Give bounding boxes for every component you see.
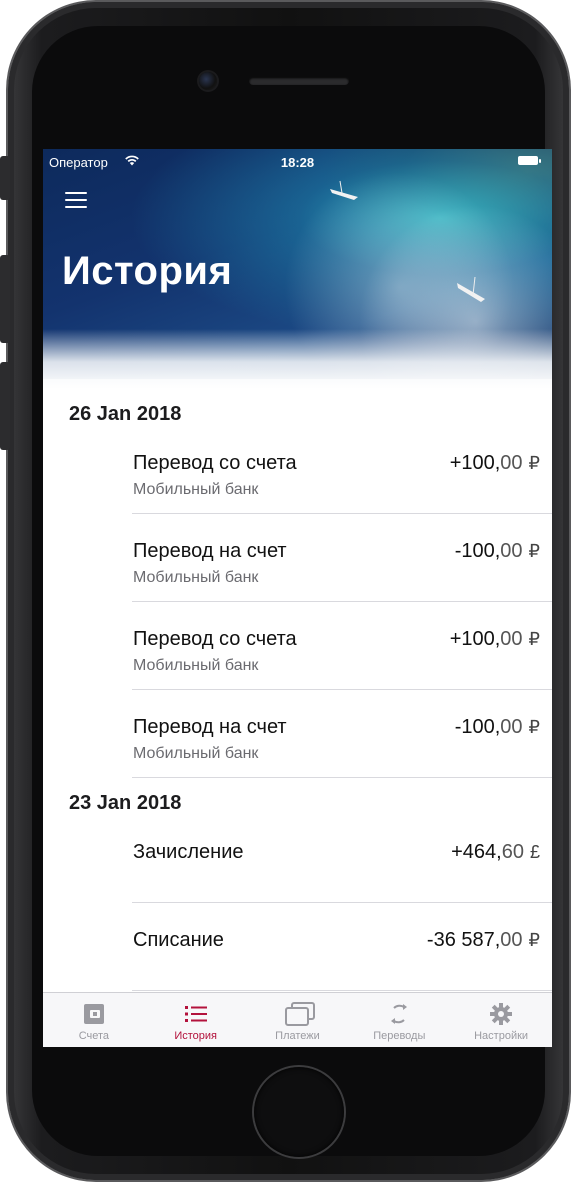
transaction-title: Списание xyxy=(133,929,224,951)
hero-fade xyxy=(43,329,552,389)
transaction-amount: +464,60 £ xyxy=(451,841,540,864)
currency-symbol: £ xyxy=(529,842,540,862)
tab-1[interactable]: История xyxy=(145,993,247,1047)
transaction-row[interactable]: Перевод со счета Мобильный банк +100,00 ₽ xyxy=(132,602,552,690)
volume-down-button xyxy=(0,362,10,450)
currency-symbol: ₽ xyxy=(528,629,540,649)
tab-3[interactable]: Переводы xyxy=(348,993,450,1047)
currency-symbol: ₽ xyxy=(528,453,540,473)
amount-main: +100, xyxy=(449,452,501,474)
refresh-arrows-icon xyxy=(385,1001,413,1027)
tab-label: Переводы xyxy=(373,1030,426,1042)
boat-image xyxy=(330,180,358,200)
home-button[interactable] xyxy=(254,1067,344,1157)
transaction-source: Мобильный банк xyxy=(133,569,259,586)
transaction-row[interactable]: Перевод на счет Мобильный банк -100,00 ₽ xyxy=(132,514,552,602)
transaction-source: Мобильный банк xyxy=(133,745,259,762)
amount-cents: 00 xyxy=(500,716,523,738)
amount-cents: 60 xyxy=(501,841,524,863)
transaction-title: Перевод на счет xyxy=(133,540,287,562)
amount-cents: 00 xyxy=(500,929,523,951)
front-camera xyxy=(199,72,217,90)
transaction-amount: -100,00 ₽ xyxy=(455,540,540,563)
tab-label: Настройки xyxy=(474,1030,529,1042)
amount-main: -36 587, xyxy=(426,929,501,951)
boat-image xyxy=(457,277,485,302)
transaction-row[interactable]: Зачисление +464,60 £ xyxy=(132,815,552,903)
transaction-amount: +100,00 ₽ xyxy=(450,628,540,651)
date-header: 23 Jan 2018 xyxy=(69,792,182,814)
tab-2[interactable]: Платежи xyxy=(247,993,349,1047)
currency-symbol: ₽ xyxy=(528,717,540,737)
amount-main: +100, xyxy=(449,628,501,650)
currency-symbol: ₽ xyxy=(528,541,540,561)
amount-cents: 00 xyxy=(500,452,523,474)
transaction-amount: -36 587,00 ₽ xyxy=(427,929,540,952)
date-header: 26 Jan 2018 xyxy=(69,403,182,425)
volume-up-button xyxy=(0,255,10,343)
tab-label: Платежи xyxy=(275,1030,320,1042)
transaction-title: Зачисление xyxy=(133,841,244,863)
amount-main: +464, xyxy=(451,841,502,863)
tab-0[interactable]: Счета xyxy=(43,993,145,1047)
transaction-source: Мобильный банк xyxy=(133,481,259,498)
currency-symbol: ₽ xyxy=(528,930,540,950)
transaction-source: Мобильный банк xyxy=(133,657,259,674)
tab-bar: Счета История Платежи Переводы Настройки xyxy=(43,992,552,1047)
transaction-title: Перевод со счета xyxy=(133,452,297,474)
page-title: История xyxy=(62,249,233,293)
amount-main: -100, xyxy=(454,716,501,738)
transaction-amount: -100,00 ₽ xyxy=(455,716,540,739)
tab-4[interactable]: Настройки xyxy=(450,993,552,1047)
transaction-row[interactable]: Перевод со счета Мобильный банк +100,00 ₽ xyxy=(132,426,552,514)
cards-icon xyxy=(283,1001,316,1027)
transaction-amount: +100,00 ₽ xyxy=(450,452,540,475)
transaction-row[interactable]: Перевод на счет Мобильный банк -100,00 ₽ xyxy=(132,690,552,778)
transaction-row[interactable]: Списание -36 587,00 ₽ xyxy=(132,903,552,991)
hamburger-menu-icon[interactable] xyxy=(65,192,87,208)
transaction-title: Перевод на счет xyxy=(133,716,287,738)
earpiece-speaker xyxy=(249,77,349,85)
history-list[interactable]: 26 Jan 2018 Перевод со счета Мобильный бан… xyxy=(43,389,552,991)
gear-icon xyxy=(487,1001,515,1027)
wallet-icon xyxy=(80,1001,108,1027)
tab-label: История xyxy=(174,1030,218,1042)
transaction-title: Перевод со счета xyxy=(133,628,297,650)
tab-label: Счета xyxy=(78,1030,110,1042)
list-icon xyxy=(182,1001,210,1027)
amount-cents: 00 xyxy=(500,628,523,650)
amount-cents: 00 xyxy=(500,540,523,562)
amount-main: -100, xyxy=(454,540,501,562)
app-screen: Оператор 18:28 История 26 Jan 2018 Перево… xyxy=(43,149,552,1047)
mute-switch xyxy=(0,156,10,200)
battery-icon xyxy=(518,156,541,165)
status-time: 18:28 xyxy=(280,155,315,170)
status-bar: Оператор 18:28 xyxy=(43,149,552,175)
